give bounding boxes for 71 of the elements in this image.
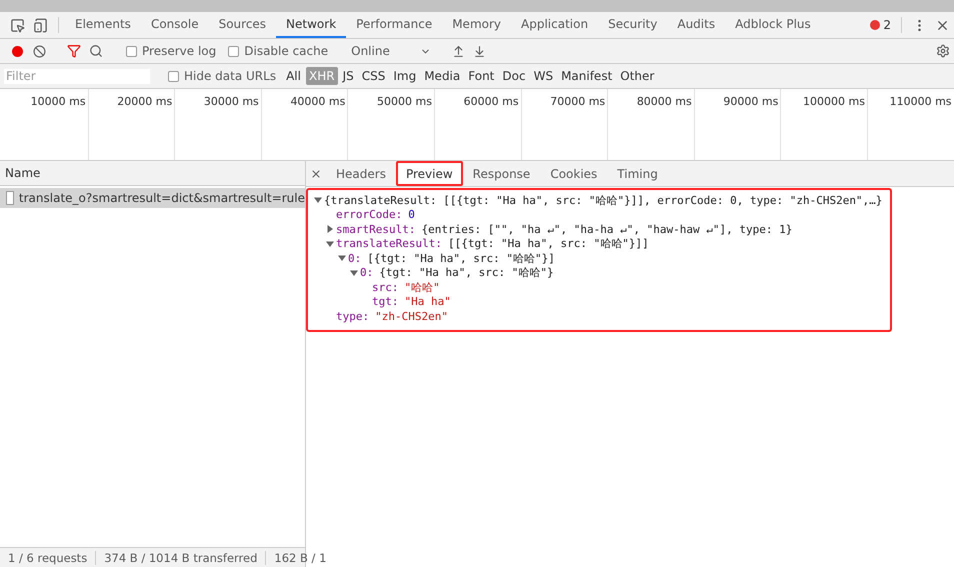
panel-tab[interactable]: Adblock Plus — [725, 12, 821, 38]
property-value: [{tgt: "Ha ha", src: "哈哈"}] — [367, 250, 555, 266]
detail-tab[interactable]: Preview — [396, 161, 463, 186]
panel-tab[interactable]: Application — [511, 12, 598, 38]
caret-icon[interactable] — [350, 268, 358, 277]
file-icon — [6, 191, 14, 205]
filter-field[interactable]: Filter — [4, 68, 150, 84]
preserve-log-checkbox[interactable]: Preserve log — [120, 44, 222, 58]
property-value: "Ha ha" — [404, 295, 451, 308]
type-filter[interactable]: Font — [465, 67, 498, 85]
property-key: 0: — [360, 266, 374, 280]
timeline-tick: 30000 ms — [175, 89, 262, 160]
hide-data-urls-checkbox[interactable]: Hide data URLs — [162, 69, 282, 83]
detail-tab[interactable]: Response — [462, 161, 540, 186]
column-header[interactable]: Name — [0, 161, 305, 186]
error-count[interactable]: 2 — [866, 12, 895, 38]
timeline-tick: 50000 ms — [348, 89, 435, 160]
status-text: 374 B / 1014 B transferred — [96, 550, 266, 564]
request-row[interactable]: translate_o?smartresult=dict&smartresult=rule — [0, 188, 305, 208]
property-value: 0 — [408, 208, 415, 222]
timeline-tick: 20000 ms — [88, 89, 176, 160]
panel-tab[interactable]: Console — [140, 12, 209, 38]
caret-icon[interactable] — [326, 225, 334, 234]
property-value: "zh-CHS2en" — [375, 310, 448, 323]
status-text: 162 B / 1 — [273, 550, 328, 564]
timeline-tick: 100000 ms — [781, 89, 868, 160]
property-value: "哈哈" — [404, 280, 440, 295]
type-filter[interactable]: Other — [617, 67, 658, 85]
property-key: tgt: — [372, 295, 398, 308]
detail-tab[interactable]: Headers — [326, 161, 396, 186]
type-filter[interactable]: Img — [390, 67, 420, 85]
property-key: type: — [336, 310, 370, 323]
timeline-tick: 80000 ms — [608, 89, 695, 160]
record-icon[interactable] — [12, 46, 23, 56]
property-value: {translateResult: [[{tgt: "Ha ha", src: "哈哈"}]], errorCode: 0, type: "zh-CHS2en",…} — [324, 192, 882, 208]
detail-tab[interactable]: Timing — [607, 161, 668, 186]
timeline-tick: 60000 ms — [434, 89, 522, 160]
caret-icon[interactable] — [314, 196, 322, 204]
type-filter[interactable]: Media — [421, 67, 464, 85]
throttling-dropdown[interactable]: Online — [347, 44, 435, 58]
type-filter[interactable]: All — [283, 67, 304, 85]
panel-tab[interactable]: Memory — [442, 12, 512, 38]
caret-icon[interactable] — [338, 254, 346, 262]
detail-tab[interactable]: Cookies — [540, 161, 608, 186]
property-value: [[{tgt: "Ha ha", src: "哈哈"}]] — [448, 236, 649, 252]
property-key: smartResult: — [336, 222, 416, 236]
error-icon — [870, 20, 880, 30]
timeline-tick: 70000 ms — [522, 89, 608, 160]
type-filter[interactable]: Doc — [499, 67, 529, 85]
type-filter[interactable]: JS — [340, 67, 357, 85]
panel-tab[interactable]: Performance — [346, 12, 442, 38]
property-key: errorCode: — [336, 208, 402, 222]
panel-tab[interactable]: Elements — [65, 12, 141, 38]
panel-tab[interactable]: Security — [598, 12, 668, 38]
panel-tab[interactable]: Audits — [667, 12, 726, 38]
timeline-tick: 110000 ms — [868, 89, 954, 160]
property-value: {tgt: "Ha ha", src: "哈哈"} — [379, 265, 554, 280]
disable-cache-checkbox[interactable]: Disable cache — [222, 44, 334, 58]
type-filter[interactable]: Manifest — [558, 67, 616, 85]
panel-tab[interactable]: Sources — [208, 12, 276, 38]
status-text: 1 / 6 requests — [0, 550, 96, 564]
timeline-tick: 10000 ms — [2, 89, 89, 160]
caret-icon[interactable] — [326, 240, 334, 248]
type-filter[interactable]: CSS — [358, 67, 388, 85]
type-filter[interactable]: WS — [530, 67, 556, 85]
property-key: translateResult: — [336, 237, 442, 250]
property-value: {entries: ["", "ha ↵", "ha-ha ↵", "haw-haw ↵"], type: 1} — [421, 222, 792, 236]
timeline-tick: 90000 ms — [694, 89, 782, 160]
property-key: src: — [372, 280, 398, 294]
property-key: 0: — [348, 252, 362, 265]
timeline-tick: 40000 ms — [262, 89, 348, 160]
